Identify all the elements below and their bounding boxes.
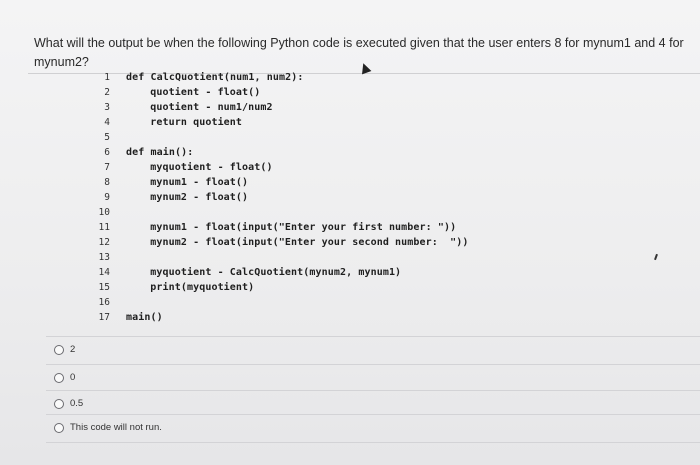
line-number: 14 <box>98 266 110 278</box>
line-number: 12 <box>98 236 110 248</box>
line-number: 13 <box>98 251 110 263</box>
line-number: 2 <box>104 86 110 98</box>
code-text: quotient - float() <box>138 86 261 98</box>
code-text: quotient - num1/num2 <box>138 101 273 113</box>
line-number: 15 <box>98 281 110 293</box>
code-line: 5 <box>70 130 126 144</box>
code-line: 11 mynum1 - float(input("Enter your firs… <box>70 220 457 234</box>
code-text: main() <box>126 311 163 323</box>
line-number: 1 <box>104 71 110 83</box>
code-line: 15 print(myquotient) <box>70 280 255 294</box>
line-number: 9 <box>104 191 110 203</box>
line-number: 16 <box>98 296 110 308</box>
code-line: 7 myquotient - float() <box>70 160 273 174</box>
answer-option-2[interactable]: 0 <box>54 372 75 383</box>
code-line: 10 <box>70 205 126 219</box>
option-separator <box>46 364 700 365</box>
question-line-1: What will the output be when the followi… <box>34 36 684 50</box>
line-number: 8 <box>104 176 110 188</box>
code-text: print(myquotient) <box>138 281 255 293</box>
line-number: 6 <box>104 146 110 158</box>
code-text: myquotient - float() <box>138 161 273 173</box>
answer-option-1[interactable]: 2 <box>54 344 75 355</box>
line-number: 17 <box>98 311 110 323</box>
option-label: 0 <box>70 372 76 383</box>
code-text: myquotient - CalcQuotient(mynum2, mynum1… <box>138 266 402 278</box>
code-text: mynum2 - float(input("Enter your second … <box>138 236 469 248</box>
code-line: 6 def main(): <box>70 145 193 159</box>
code-line: 16 <box>70 295 126 309</box>
code-line: 14 myquotient - CalcQuotient(mynum2, myn… <box>70 265 402 279</box>
code-text: mynum1 - float(input("Enter your first n… <box>138 221 457 233</box>
code-text: mynum2 - float() <box>138 191 249 203</box>
code-line: 12 mynum2 - float(input("Enter your seco… <box>70 235 469 249</box>
option-label: 2 <box>70 344 76 355</box>
code-text: def CalcQuotient(num1, num2): <box>126 71 304 83</box>
radio-button[interactable] <box>54 422 64 433</box>
code-line: 13 <box>70 250 126 264</box>
code-text: return quotient <box>138 116 243 128</box>
radio-button[interactable] <box>54 344 64 355</box>
line-number: 4 <box>104 116 110 128</box>
option-separator <box>46 390 700 391</box>
quiz-page: What will the output be when the followi… <box>0 0 700 465</box>
option-label: This code will not run. <box>70 422 162 433</box>
code-line: 3 quotient - num1/num2 <box>70 100 273 114</box>
code-line: 2 quotient - float() <box>70 85 260 99</box>
code-line: 8 mynum1 - float() <box>70 175 248 189</box>
line-number: 10 <box>98 206 110 218</box>
code-listing: 1 def CalcQuotient(num1, num2): 2 quotien… <box>70 60 490 323</box>
stray-mark <box>654 253 658 261</box>
line-number: 11 <box>98 221 110 233</box>
code-line: 4 return quotient <box>70 115 242 129</box>
code-line: 9 mynum2 - float() <box>70 190 248 204</box>
radio-button[interactable] <box>54 398 64 409</box>
line-number: 5 <box>104 131 110 143</box>
answer-option-4[interactable]: This code will not run. <box>54 422 162 433</box>
option-label: 0.5 <box>70 398 84 409</box>
radio-button[interactable] <box>54 372 64 383</box>
line-number: 7 <box>104 161 110 173</box>
code-text: def main(): <box>126 146 194 158</box>
option-separator <box>46 414 700 415</box>
code-text: mynum1 - float() <box>138 176 249 188</box>
option-separator <box>46 442 700 443</box>
code-line: 17 main() <box>70 310 163 324</box>
code-line: 1 def CalcQuotient(num1, num2): <box>70 70 304 84</box>
line-number: 3 <box>104 101 110 113</box>
option-separator <box>46 336 700 337</box>
answer-option-3[interactable]: 0.5 <box>54 398 83 409</box>
